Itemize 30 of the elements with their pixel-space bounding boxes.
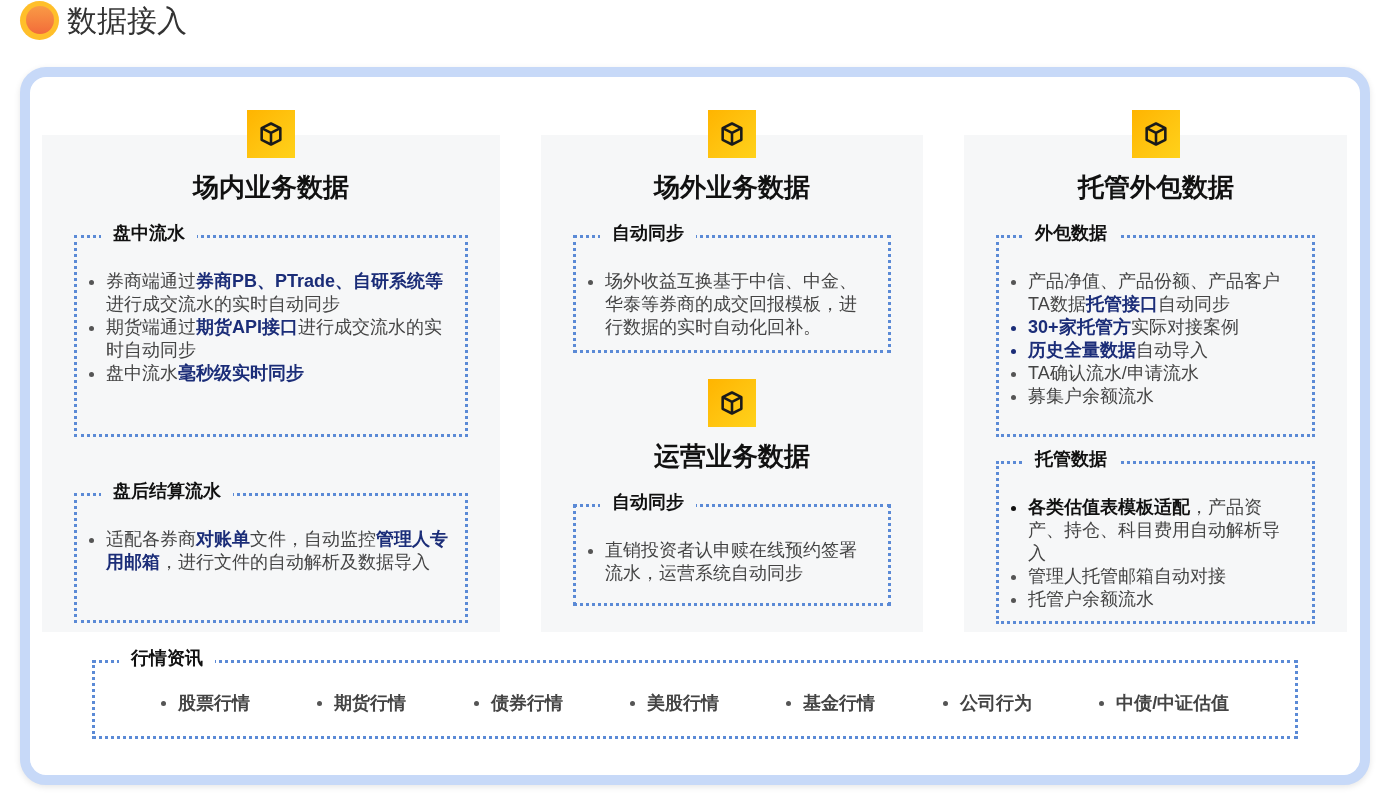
bullet-text: 各类估值表模板适配，产品资产、持仓、科目费用自动解析导入 (1028, 496, 1281, 565)
category-title: 场外业务数据 (652, 171, 811, 204)
cube-icon (1131, 110, 1180, 158)
page-title: 数据接入 (67, 2, 187, 39)
market-item: 公司行为 (959, 692, 1032, 715)
cube-icon (708, 379, 756, 427)
category-title: 托管外包数据 (1076, 171, 1235, 204)
bullet-text: 适配各券商对账单文件，自动监控管理人专用邮箱，进行文件的自动解析及数据导入 (106, 528, 449, 574)
market-item: 基金行情 (803, 692, 876, 715)
market-item: 美股行情 (646, 692, 719, 715)
market-item: 股票行情 (177, 692, 250, 715)
bullet-text: 募集户余额流水 (1028, 385, 1154, 408)
cube-icon (708, 110, 756, 158)
bullet-text: 场外收益互换基于中信、中金、华泰等券商的成交回报模板，进行数据的实时自动化回补。 (605, 270, 858, 339)
bullet-text: 期货端通过期货API接口进行成交流水的实时自动同步 (106, 316, 443, 362)
bullet-text: 产品净值、产品份额、产品客户TA数据托管接口自动同步 (1028, 270, 1281, 316)
bullet-text: 直销投资者认申赎在线预约签署流水，运营系统自动同步 (605, 539, 858, 585)
cube-icon (247, 110, 295, 158)
market-item: 债券行情 (490, 692, 563, 715)
bullet-text: 托管户余额流水 (1028, 588, 1154, 611)
bullet-text: TA确认流水/申请流水 (1028, 362, 1199, 385)
bullet-text: 盘中流水毫秒级实时同步 (106, 362, 304, 385)
bullet-text: 管理人托管邮箱自动对接 (1028, 565, 1226, 588)
category-title: 运营业务数据 (653, 440, 811, 473)
market-item: 期货行情 (334, 692, 407, 715)
bullet-text: 30+家托管方实际对接案例 (1028, 316, 1239, 339)
bullet-text: 券商端通过券商PB、PTrade、自研系统等进行成交流水的实时自动同步 (106, 270, 445, 316)
market-item: 中债/中证估值 (1116, 692, 1230, 715)
bullet-text: 历史全量数据自动导入 (1028, 339, 1208, 362)
category-title: 场内业务数据 (191, 171, 350, 204)
